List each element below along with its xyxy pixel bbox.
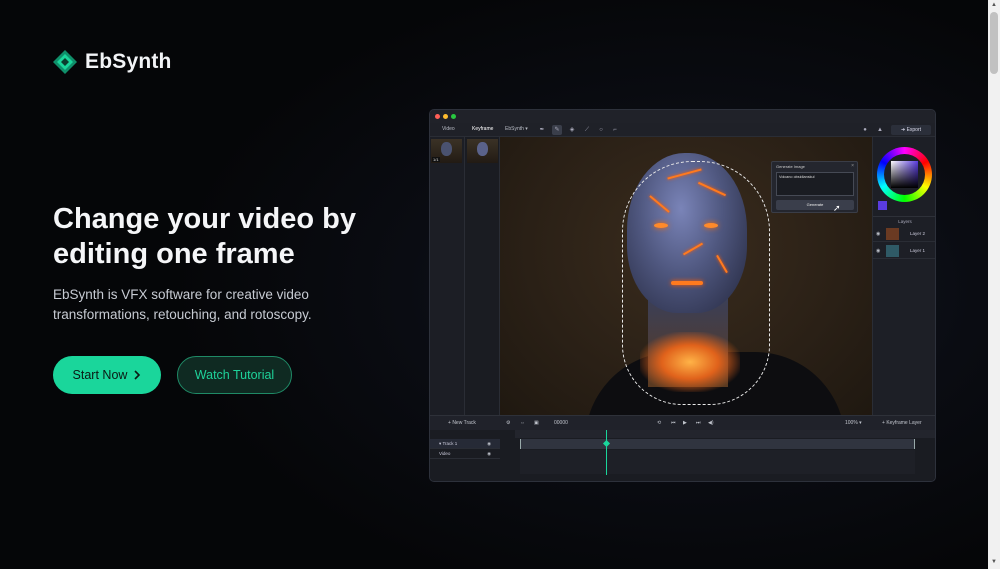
video-thumbnail: 1/1 (431, 139, 462, 163)
close-icon: × (851, 163, 854, 169)
eye-icon: ◉ (487, 441, 491, 446)
generate-image-panel: Generate Image × Volcano obsidianskul Ge… (771, 161, 858, 213)
export-button: ➜ Export (891, 125, 931, 135)
layer-name: Layer 1 (910, 248, 926, 253)
app-toolbar: Video Keyframe EbSynth ▾ ✒ ✎ ◈ ⟋ ○ ⌐ ● ▲… (430, 123, 935, 137)
mode-dropdown-label: EbSynth (505, 126, 524, 132)
scroll-down-arrow-icon[interactable]: ▼ (990, 559, 998, 567)
timeline-ruler (515, 430, 935, 438)
new-track-label: New Track (452, 420, 476, 426)
hero-title: Change your video by editing one frame (53, 203, 356, 270)
pen-tool-icon: ✒ (539, 127, 545, 133)
prompt-textarea: Volcano obsidianskul (776, 172, 854, 196)
user-icon: ● (863, 127, 867, 133)
playhead (606, 430, 607, 475)
minimize-dot (443, 114, 448, 119)
eye-icon: ◉ (876, 231, 881, 237)
layer-thumbnail (886, 245, 899, 257)
timeline: ▾ Track 1 ◉ Video ◉ (430, 430, 935, 481)
mouse-pointer-icon: ➚ (833, 203, 841, 213)
skip-back-icon: ⏮ (671, 420, 676, 426)
generate-panel-title: Generate Image (776, 164, 805, 169)
keyframe-layer-label: Keyframe Layer (886, 420, 922, 426)
eye-icon: ◉ (487, 451, 491, 456)
playback-controls: + New Track ⚙ ⇔ ▣ 00000 ⟲ ⏮ ▶ ⏭ ◀) 100% … (430, 415, 935, 430)
close-dot (435, 114, 440, 119)
track-name-label: Track 1 (442, 441, 458, 446)
lasso-tool-icon: ○ (599, 127, 603, 133)
settings-icon: ⚙ (506, 420, 511, 426)
mode-dropdown: EbSynth ▾ (505, 126, 528, 132)
layer-row: ◉ Layer 1 (873, 243, 935, 259)
eye-icon: ◉ (876, 248, 881, 254)
timeline-empty-row (520, 450, 915, 474)
layer-row: ◉ Layer 2 (873, 226, 935, 242)
color-picker-square (891, 161, 918, 188)
ebsynth-diamond-icon (53, 50, 77, 74)
track-name-label: Video (439, 451, 451, 456)
keyframe-thumb-head (477, 142, 488, 156)
thumb-head (441, 142, 452, 156)
layers-title: Layers (873, 216, 935, 224)
keyframe-layer-button: + Keyframe Layer (882, 420, 922, 426)
start-now-button[interactable]: Start Now (53, 356, 161, 394)
selection-outline (622, 161, 770, 405)
window-titlebar (430, 110, 935, 123)
loop-icon: ⟲ (657, 420, 662, 426)
layer-name: Layer 2 (910, 231, 926, 236)
skip-forward-icon: ⏭ (696, 420, 701, 426)
chevron-right-icon (134, 370, 141, 380)
brush-tool-icon: ✎ (552, 125, 562, 135)
scroll-thumb[interactable] (990, 12, 998, 74)
video-thumb-label: 1/1 (432, 157, 440, 162)
tab-video: Video (442, 126, 455, 132)
color-wheel (877, 147, 932, 202)
track-row: ▾ Track 1 ◉ (430, 439, 500, 449)
export-label: Export (906, 127, 922, 133)
play-icon: ▶ (683, 420, 687, 426)
volume-icon: ◀) (708, 420, 714, 426)
eraser-tool-icon: ◈ (569, 127, 575, 133)
layer-thumbnail (886, 228, 899, 240)
brand-name: EbSynth (85, 50, 172, 73)
hand-tool-icon: ⌐ (613, 127, 617, 133)
watch-tutorial-button[interactable]: Watch Tutorial (177, 356, 292, 394)
zoom-dropdown: 100% ▾ (845, 420, 862, 426)
keyframe-thumbnail (467, 139, 498, 163)
maximize-dot (451, 114, 456, 119)
hero-subtitle: EbSynth is VFX software for creative vid… (53, 287, 312, 322)
scroll-up-arrow-icon[interactable]: ▲ (990, 2, 998, 10)
tab-keyframe: Keyframe (472, 126, 494, 132)
trash-icon: ▣ (534, 420, 539, 426)
new-track-button: + New Track (448, 420, 476, 426)
app-screenshot: Video Keyframe EbSynth ▾ ✒ ✎ ◈ ⟋ ○ ⌐ ● ▲… (429, 109, 936, 482)
zoom-value: 100% (845, 420, 858, 426)
track-list: ▾ Track 1 ◉ Video ◉ (430, 439, 500, 459)
track-name: ▾ Track 1 (439, 441, 458, 446)
generate-button: Generate (776, 200, 854, 210)
brand-logo[interactable]: EbSynth (53, 50, 172, 74)
split-icon: ⇔ (520, 420, 525, 426)
timeline-clip (520, 439, 915, 449)
video-column: 1/1 (430, 137, 465, 415)
frame-counter: 00000 (554, 420, 568, 426)
bell-icon: ▲ (877, 127, 883, 133)
right-panel: Layers ◉ Layer 2 ◉ Layer 1 (872, 137, 935, 415)
track-row: Video ◉ (430, 449, 500, 459)
page-scrollbar[interactable]: ▲ ▼ (988, 0, 1000, 569)
keyframe-column (465, 137, 500, 415)
start-now-label: Start Now (72, 368, 128, 382)
color-swatch (878, 201, 887, 210)
eyedropper-tool-icon: ⟋ (584, 127, 590, 133)
